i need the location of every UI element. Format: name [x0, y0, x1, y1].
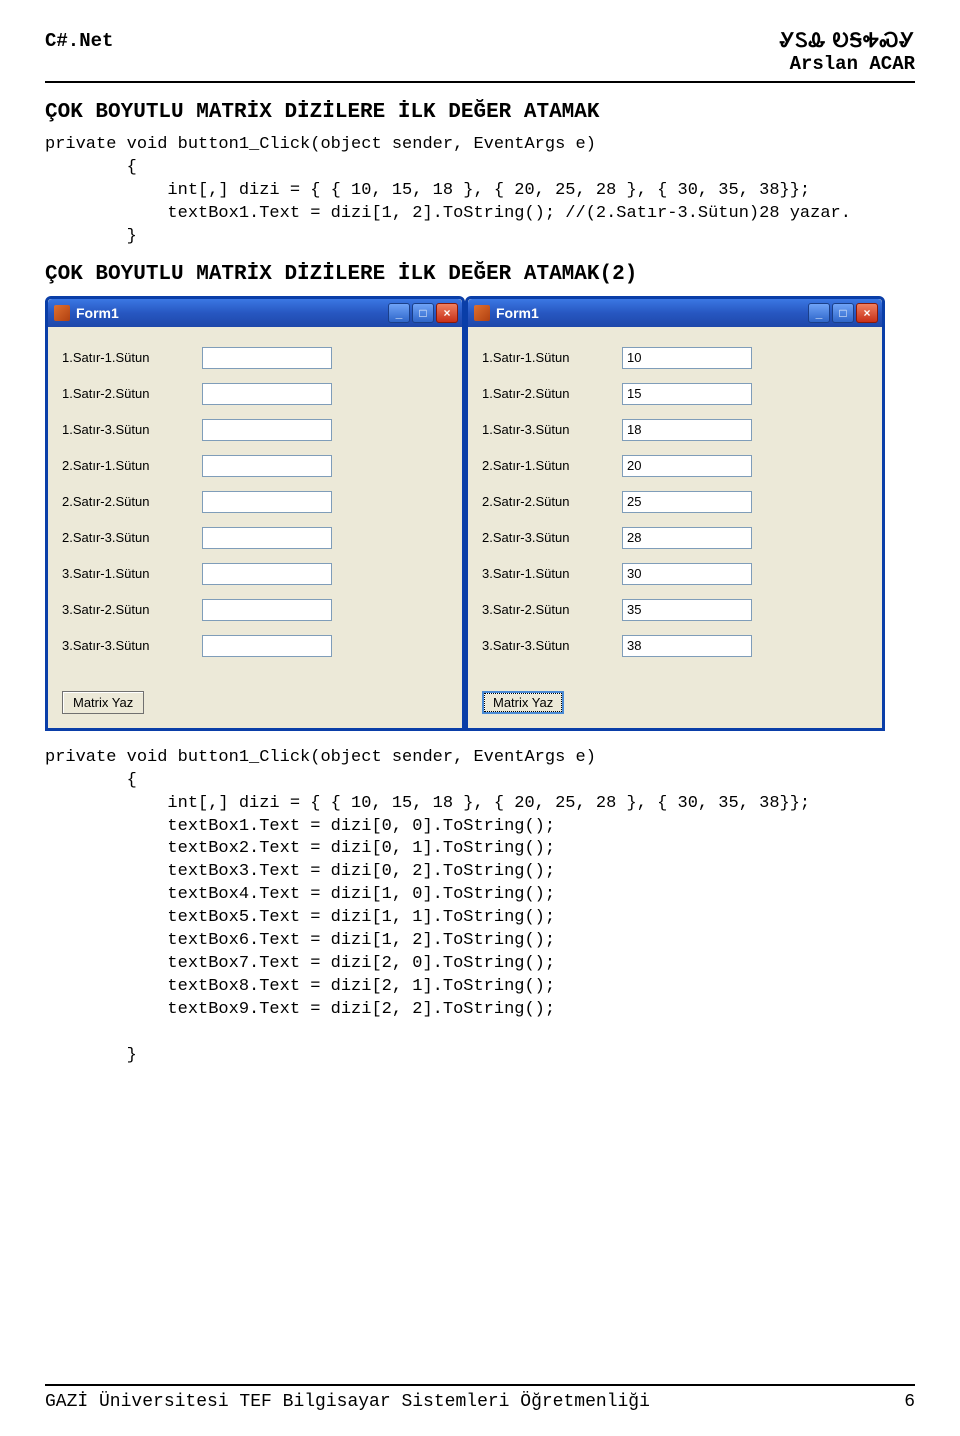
form-row: 2.Satır-3.Sütun: [62, 527, 448, 549]
field-label: 1.Satır-2.Sütun: [62, 386, 202, 401]
form-row: 2.Satır-2.Sütun: [62, 491, 448, 513]
text-input[interactable]: 18: [622, 419, 752, 441]
form-body: 1.Satır-1.Sütun10 1.Satır-2.Sütun15 1.Sa…: [468, 327, 882, 728]
text-input[interactable]: [202, 527, 332, 549]
window-title: Form1: [76, 305, 119, 321]
text-input[interactable]: 30: [622, 563, 752, 585]
matrix-write-button[interactable]: Matrix Yaz: [482, 691, 564, 714]
field-label: 2.Satır-2.Sütun: [62, 494, 202, 509]
text-input[interactable]: [202, 491, 332, 513]
field-label: 2.Satır-3.Sütun: [62, 530, 202, 545]
footer-text: GAZİ Üniversitesi TEF Bilgisayar Sisteml…: [45, 1392, 650, 1412]
page-number: 6: [904, 1392, 915, 1412]
section-title-1: ÇOK BOYUTLU MATRİX DİZİLERE İLK DEĞER AT…: [45, 101, 915, 124]
text-input[interactable]: [202, 383, 332, 405]
titlebar: Form1 _ □ ×: [48, 299, 462, 327]
form-row: 1.Satır-1.Sütun: [62, 347, 448, 369]
text-input[interactable]: 38: [622, 635, 752, 657]
form-row: 3.Satır-1.Sütun: [62, 563, 448, 585]
text-input[interactable]: [202, 599, 332, 621]
page-footer: GAZİ Üniversitesi TEF Bilgisayar Sisteml…: [45, 1384, 915, 1412]
form-window-left: Form1 _ □ × 1.Satır-1.Sütun 1.Satır-2.Sü…: [45, 296, 465, 731]
window-icon: [474, 305, 490, 321]
text-input[interactable]: [202, 455, 332, 477]
form-body: 1.Satır-1.Sütun 1.Satır-2.Sütun 1.Satır-…: [48, 327, 462, 728]
header-fancy: ᎽᏚᎲ ᎧᎦᎭᏍᎽ: [780, 30, 915, 53]
form-row: 2.Satır-3.Sütun28: [482, 527, 868, 549]
field-label: 3.Satır-3.Sütun: [482, 638, 622, 653]
header-author: Arslan ACAR: [780, 53, 915, 75]
maximize-button[interactable]: □: [832, 303, 854, 323]
text-input[interactable]: 35: [622, 599, 752, 621]
section-title-2: ÇOK BOYUTLU MATRİX DİZİLERE İLK DEĞER AT…: [45, 263, 915, 286]
text-input[interactable]: [202, 347, 332, 369]
minimize-button[interactable]: _: [808, 303, 830, 323]
text-input[interactable]: 25: [622, 491, 752, 513]
maximize-button[interactable]: □: [412, 303, 434, 323]
header-left: C#.Net: [45, 30, 113, 52]
form-row: 3.Satır-3.Sütun38: [482, 635, 868, 657]
field-label: 3.Satır-2.Sütun: [62, 602, 202, 617]
footer-divider: [45, 1384, 915, 1386]
field-label: 3.Satır-1.Sütun: [482, 566, 622, 581]
form-row: 2.Satır-1.Sütun20: [482, 455, 868, 477]
field-label: 3.Satır-1.Sütun: [62, 566, 202, 581]
window-title: Form1: [496, 305, 539, 321]
form-row: 1.Satır-2.Sütun15: [482, 383, 868, 405]
form-row: 1.Satır-1.Sütun10: [482, 347, 868, 369]
minimize-button[interactable]: _: [388, 303, 410, 323]
field-label: 1.Satır-3.Sütun: [482, 422, 622, 437]
text-input[interactable]: 20: [622, 455, 752, 477]
field-label: 1.Satır-1.Sütun: [62, 350, 202, 365]
form-row: 3.Satır-2.Sütun: [62, 599, 448, 621]
window-icon: [54, 305, 70, 321]
matrix-write-button[interactable]: Matrix Yaz: [62, 691, 144, 714]
form-row: 3.Satır-1.Sütun30: [482, 563, 868, 585]
field-label: 2.Satır-3.Sütun: [482, 530, 622, 545]
form-row: 2.Satır-2.Sütun25: [482, 491, 868, 513]
field-label: 1.Satır-2.Sütun: [482, 386, 622, 401]
form-window-right: Form1 _ □ × 1.Satır-1.Sütun10 1.Satır-2.…: [465, 296, 885, 731]
page-header: C#.Net ᎽᏚᎲ ᎧᎦᎭᏍᎽ Arslan ACAR: [45, 30, 915, 75]
form-row: 1.Satır-2.Sütun: [62, 383, 448, 405]
field-label: 2.Satır-1.Sütun: [62, 458, 202, 473]
header-divider: [45, 81, 915, 83]
form-row: 1.Satır-3.Sütun18: [482, 419, 868, 441]
text-input[interactable]: [202, 419, 332, 441]
text-input[interactable]: [202, 635, 332, 657]
form-row: 3.Satır-3.Sütun: [62, 635, 448, 657]
text-input[interactable]: [202, 563, 332, 585]
text-input[interactable]: 15: [622, 383, 752, 405]
form-row: 1.Satır-3.Sütun: [62, 419, 448, 441]
header-right: ᎽᏚᎲ ᎧᎦᎭᏍᎽ Arslan ACAR: [780, 30, 915, 75]
field-label: 2.Satır-2.Sütun: [482, 494, 622, 509]
code-block-2: private void button1_Click(object sender…: [45, 747, 915, 1068]
close-button[interactable]: ×: [436, 303, 458, 323]
close-button[interactable]: ×: [856, 303, 878, 323]
form-row: 3.Satır-2.Sütun35: [482, 599, 868, 621]
field-label: 2.Satır-1.Sütun: [482, 458, 622, 473]
text-input[interactable]: 28: [622, 527, 752, 549]
field-label: 3.Satır-2.Sütun: [482, 602, 622, 617]
titlebar: Form1 _ □ ×: [468, 299, 882, 327]
field-label: 1.Satır-3.Sütun: [62, 422, 202, 437]
form-row: 2.Satır-1.Sütun: [62, 455, 448, 477]
code-block-1: private void button1_Click(object sender…: [45, 134, 915, 249]
text-input[interactable]: 10: [622, 347, 752, 369]
field-label: 1.Satır-1.Sütun: [482, 350, 622, 365]
forms-container: Form1 _ □ × 1.Satır-1.Sütun 1.Satır-2.Sü…: [45, 296, 915, 731]
field-label: 3.Satır-3.Sütun: [62, 638, 202, 653]
